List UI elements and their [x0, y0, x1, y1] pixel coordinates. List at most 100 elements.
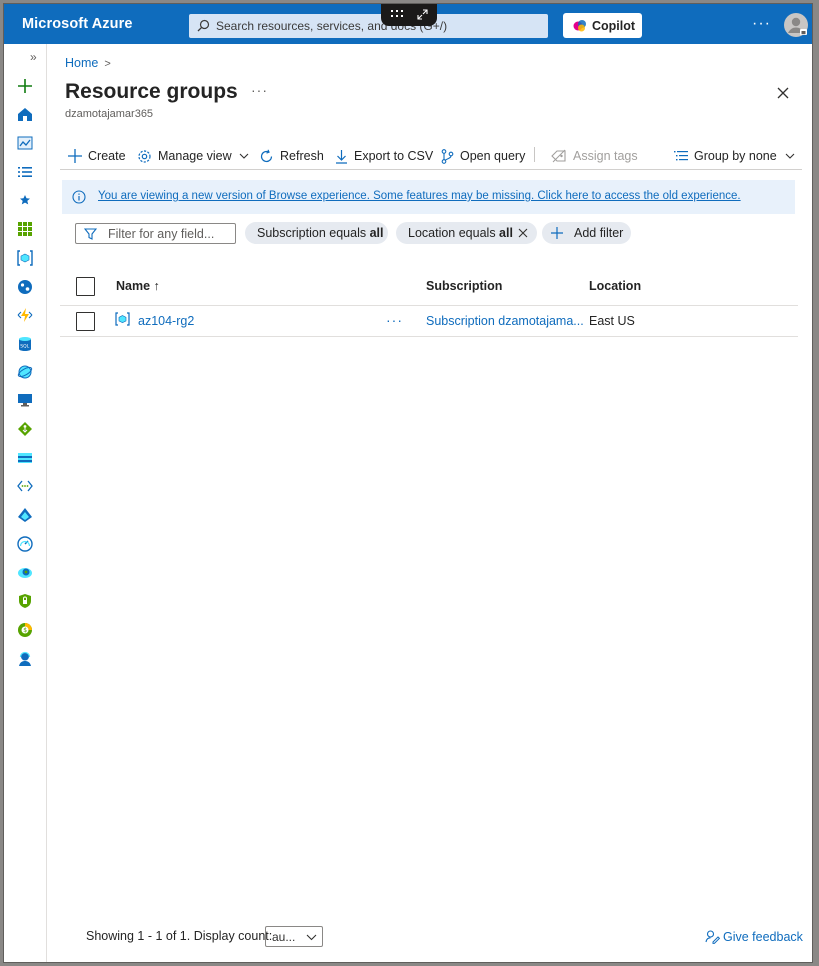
global-search-input[interactable]: Search resources, services, and docs (G+…	[189, 14, 548, 38]
resource-group-icon	[115, 312, 130, 326]
favorites-star-icon[interactable]	[17, 192, 33, 208]
brand-title[interactable]: Microsoft Azure	[22, 16, 133, 32]
svg-text:$: $	[23, 627, 27, 634]
command-bar: Create Manage view Refresh Export to CSV…	[60, 144, 802, 170]
list-icon	[674, 150, 688, 160]
manage-view-label: Manage view	[158, 149, 232, 163]
add-filter-label: Add filter	[574, 226, 624, 240]
row-more-button[interactable]: ···	[386, 312, 403, 328]
subscription-filter-value: all	[369, 226, 384, 240]
row-checkbox[interactable]	[76, 312, 95, 331]
search-icon	[197, 19, 210, 32]
feedback-icon	[705, 930, 720, 944]
column-header-name[interactable]: Name ↑	[116, 279, 160, 293]
defender-shield-icon[interactable]	[17, 593, 33, 609]
breadcrumb-home-link[interactable]: Home	[65, 56, 98, 70]
cost-management-icon[interactable]: $	[17, 622, 33, 638]
app-services-icon[interactable]	[17, 279, 33, 295]
info-icon	[72, 190, 86, 204]
cosmos-db-icon[interactable]	[17, 364, 33, 380]
sql-database-icon[interactable]: SQL	[17, 336, 33, 352]
query-icon	[441, 148, 454, 164]
refresh-label: Refresh	[280, 149, 324, 163]
svg-text:SQL: SQL	[20, 344, 29, 350]
display-count-value: au...	[272, 930, 296, 944]
close-icon[interactable]	[776, 86, 790, 100]
entra-id-icon[interactable]	[17, 507, 33, 523]
more-options-button[interactable]: ···	[752, 15, 771, 33]
column-header-subscription[interactable]: Subscription	[426, 279, 502, 293]
pagination-summary: Showing 1 - 1 of 1. Display count:	[86, 929, 273, 943]
group-by-dropdown[interactable]: Group by none	[674, 147, 795, 165]
export-csv-button[interactable]: Export to CSV	[335, 147, 433, 165]
download-icon	[336, 149, 347, 164]
home-icon[interactable]	[17, 106, 33, 122]
give-feedback-label: Give feedback	[723, 929, 803, 944]
info-banner: You are viewing a new version of Browse …	[62, 180, 795, 214]
all-services-icon[interactable]	[17, 164, 33, 180]
assign-tags-label: Assign tags	[573, 149, 638, 163]
export-csv-label: Export to CSV	[354, 149, 434, 163]
browser-window: Microsoft Azure Search resources, servic…	[3, 3, 813, 963]
avatar-icon[interactable]	[783, 12, 809, 38]
breadcrumb: Home >	[65, 56, 111, 70]
refresh-icon	[260, 149, 273, 162]
create-label: Create	[88, 149, 126, 163]
expand-menu-icon[interactable]: »	[30, 50, 37, 64]
display-count-select[interactable]: au...	[265, 926, 323, 947]
function-app-icon[interactable]	[17, 307, 33, 323]
dashboard-icon[interactable]	[17, 135, 33, 151]
chevron-down-icon	[785, 153, 795, 159]
virtual-machines-icon[interactable]	[17, 392, 33, 408]
location-filter-prefix: Location equals	[408, 226, 500, 240]
filter-icon	[84, 228, 97, 240]
copilot-button[interactable]: Copilot	[563, 13, 642, 38]
subscription-filter-prefix: Subscription equals	[257, 226, 370, 240]
tag-icon	[551, 149, 566, 163]
page-more-button[interactable]: ···	[251, 82, 268, 98]
main-content: Home > Resource groups ··· dzamotajamar36…	[48, 44, 812, 962]
storage-accounts-icon[interactable]	[17, 450, 33, 466]
filter-placeholder: Filter for any field...	[108, 227, 215, 241]
column-header-location[interactable]: Location	[589, 279, 641, 293]
give-feedback-link[interactable]: Give feedback	[705, 929, 803, 944]
page-title: Resource groups	[65, 80, 238, 103]
copilot-label: Copilot	[592, 19, 636, 33]
remove-filter-icon[interactable]	[518, 228, 528, 238]
chevron-down-icon	[239, 153, 249, 159]
window-drag-handle[interactable]	[381, 4, 437, 26]
add-filter-button[interactable]: Add filter	[542, 222, 631, 244]
location-filter-value: all	[499, 226, 513, 240]
refresh-button[interactable]: Refresh	[259, 147, 324, 165]
resource-group-name-link[interactable]: az104-rg2	[138, 314, 194, 328]
select-all-checkbox[interactable]	[76, 277, 95, 296]
virtual-networks-icon[interactable]	[17, 478, 33, 494]
manage-view-button[interactable]: Manage view	[137, 147, 249, 165]
plus-icon	[68, 149, 82, 163]
resource-groups-icon[interactable]	[17, 250, 33, 266]
location-filter-pill[interactable]: Location equals all	[396, 222, 537, 244]
create-resource-icon[interactable]	[17, 78, 33, 94]
page-subtitle: dzamotajamar365	[65, 108, 154, 120]
subscription-link[interactable]: Subscription dzamotajama...	[426, 314, 584, 328]
left-navigation-rail: » SQL $	[4, 44, 47, 962]
load-balancers-icon[interactable]	[17, 421, 33, 437]
plus-icon	[551, 227, 563, 239]
chevron-right-icon: >	[104, 58, 111, 70]
monitor-icon[interactable]	[17, 536, 33, 552]
all-resources-icon[interactable]	[17, 221, 33, 237]
subscription-filter-pill[interactable]: Subscription equals all	[245, 222, 388, 244]
create-button[interactable]: Create	[68, 147, 126, 165]
chevron-down-icon	[306, 934, 317, 941]
assign-tags-button[interactable]: Assign tags	[551, 147, 638, 165]
old-experience-link[interactable]: You are viewing a new version of Browse …	[98, 190, 741, 202]
gear-icon	[138, 149, 151, 163]
advisor-icon[interactable]	[17, 564, 33, 580]
location-value: East US	[589, 314, 635, 328]
help-support-icon[interactable]	[17, 651, 33, 667]
expand-icon[interactable]	[417, 9, 428, 20]
open-query-button[interactable]: Open query	[441, 147, 525, 165]
filter-input[interactable]: Filter for any field...	[75, 223, 236, 244]
azure-topbar: Microsoft Azure Search resources, servic…	[4, 4, 812, 44]
toolbar-divider	[534, 147, 535, 162]
